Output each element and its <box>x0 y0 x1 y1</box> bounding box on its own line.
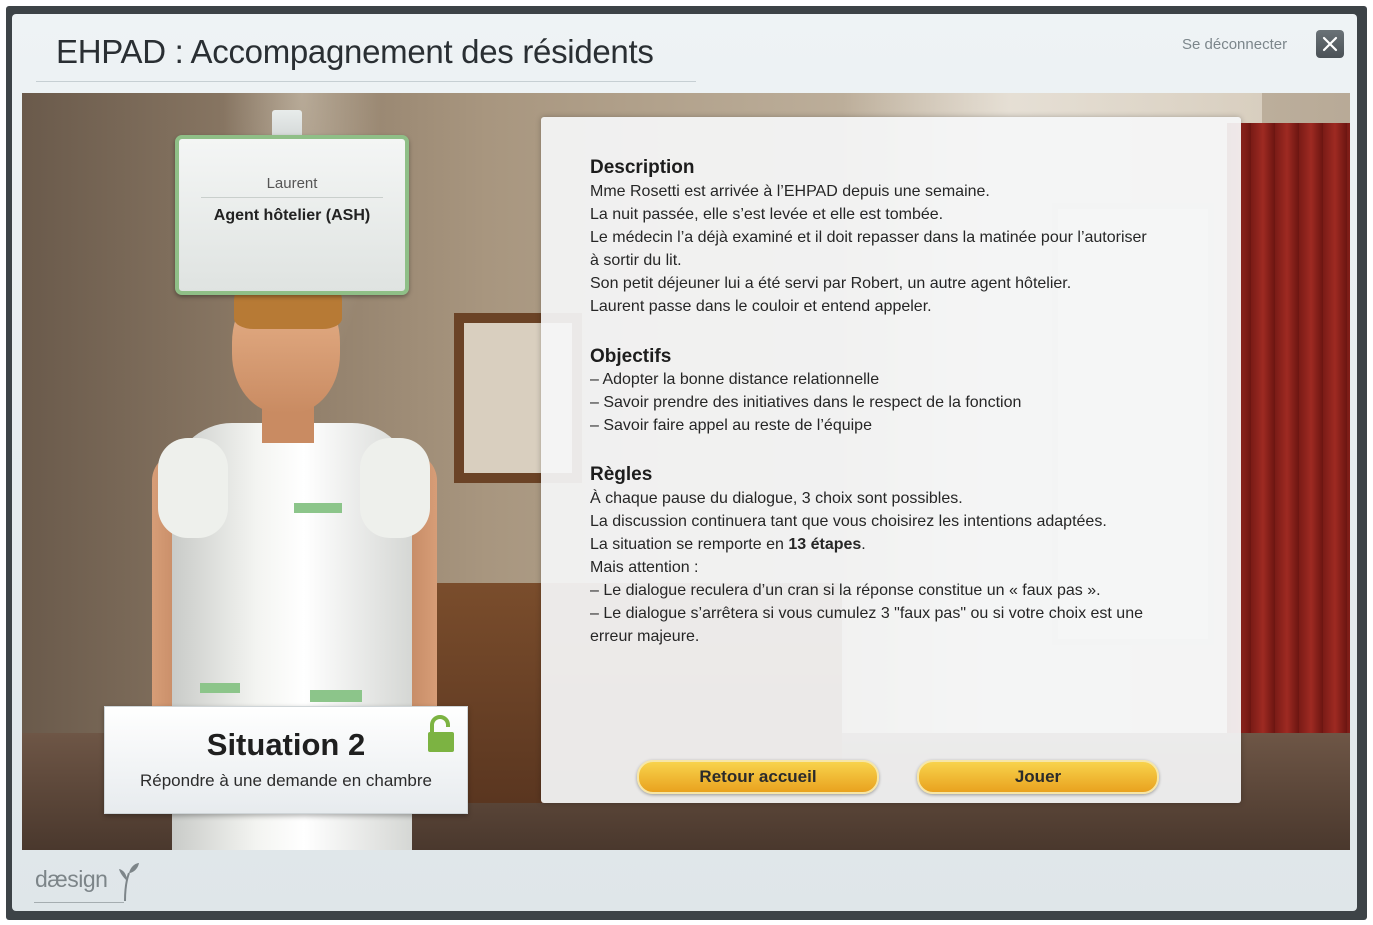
description-line: Le médecin l’a déjà examiné et il doit r… <box>590 229 1147 246</box>
close-button[interactable] <box>1316 30 1344 58</box>
info-panel: Description Mme Rosetti est arrivée à l’… <box>541 117 1241 803</box>
uniform-pocket-trim <box>310 690 362 702</box>
close-icon <box>1322 36 1338 52</box>
description-line: Son petit déjeuner lui a été servi par R… <box>590 275 1072 292</box>
regle-steps-prefix: La situation se remporte en <box>590 536 789 553</box>
regle-line: erreur majeure. <box>590 628 700 645</box>
situation-title: Situation 2 <box>206 727 366 762</box>
character-sleeve-left <box>158 438 228 538</box>
play-button[interactable]: Jouer <box>917 760 1159 794</box>
description-line: Mme Rosetti est arrivée à l’EHPAD depuis… <box>590 183 990 200</box>
brand-logo: dæsign <box>35 866 108 892</box>
character-role: Agent hôtelier (ASH) <box>213 207 371 224</box>
regle-steps-suffix: . <box>861 536 866 553</box>
back-home-button[interactable]: Retour accueil <box>637 760 879 794</box>
objectifs-title: Objectifs <box>590 346 672 367</box>
description-line: à sortir du lit. <box>590 252 682 269</box>
situation-card: Situation 2 Répondre à une demande en ch… <box>104 706 468 814</box>
description-title: Description <box>590 157 695 178</box>
uniform-pocket-trim <box>294 503 342 513</box>
scene-background: Laurent Agent hôtelier (ASH) Situation 2… <box>22 93 1350 850</box>
regle-line: – Le dialogue reculera d’un cran si la r… <box>590 582 1101 599</box>
badge-divider <box>201 197 383 198</box>
uniform-pocket-trim <box>200 683 240 693</box>
logo-underline <box>34 902 124 903</box>
character-badge: Laurent Agent hôtelier (ASH) <box>175 135 409 295</box>
objectif-item: – Savoir faire appel au reste de l’équip… <box>590 417 872 434</box>
description-line: Laurent passe dans le couloir et entend … <box>590 298 932 315</box>
logout-link[interactable]: Se déconnecter <box>1182 36 1287 53</box>
sprout-icon <box>119 863 139 902</box>
objectif-item: – Savoir prendre des initiatives dans le… <box>590 394 1022 411</box>
regle-steps-count: 13 étapes <box>788 536 862 553</box>
description-line: La nuit passée, elle s’est levée et elle… <box>590 206 944 223</box>
regle-steps-line: La situation se remporte en 13 étapes. <box>590 536 866 554</box>
character-sleeve-right <box>360 438 430 538</box>
character-name: Laurent <box>266 175 318 192</box>
regle-line: Mais attention : <box>590 559 699 576</box>
unlocked-padlock-icon <box>428 715 454 752</box>
situation-subtitle: Répondre à une demande en chambre <box>139 771 433 790</box>
objectif-item: – Adopter la bonne distance relationnell… <box>590 371 880 388</box>
title-divider <box>36 81 696 82</box>
regle-line: À chaque pause du dialogue, 3 choix sont… <box>590 490 963 507</box>
regle-line: La discussion continuera tant que vous c… <box>590 513 1107 530</box>
regles-title: Règles <box>590 464 653 485</box>
regle-line: – Le dialogue s’arrêtera si vous cumulez… <box>590 605 1143 622</box>
page-title: EHPAD : Accompagnement des résidents <box>56 33 654 70</box>
